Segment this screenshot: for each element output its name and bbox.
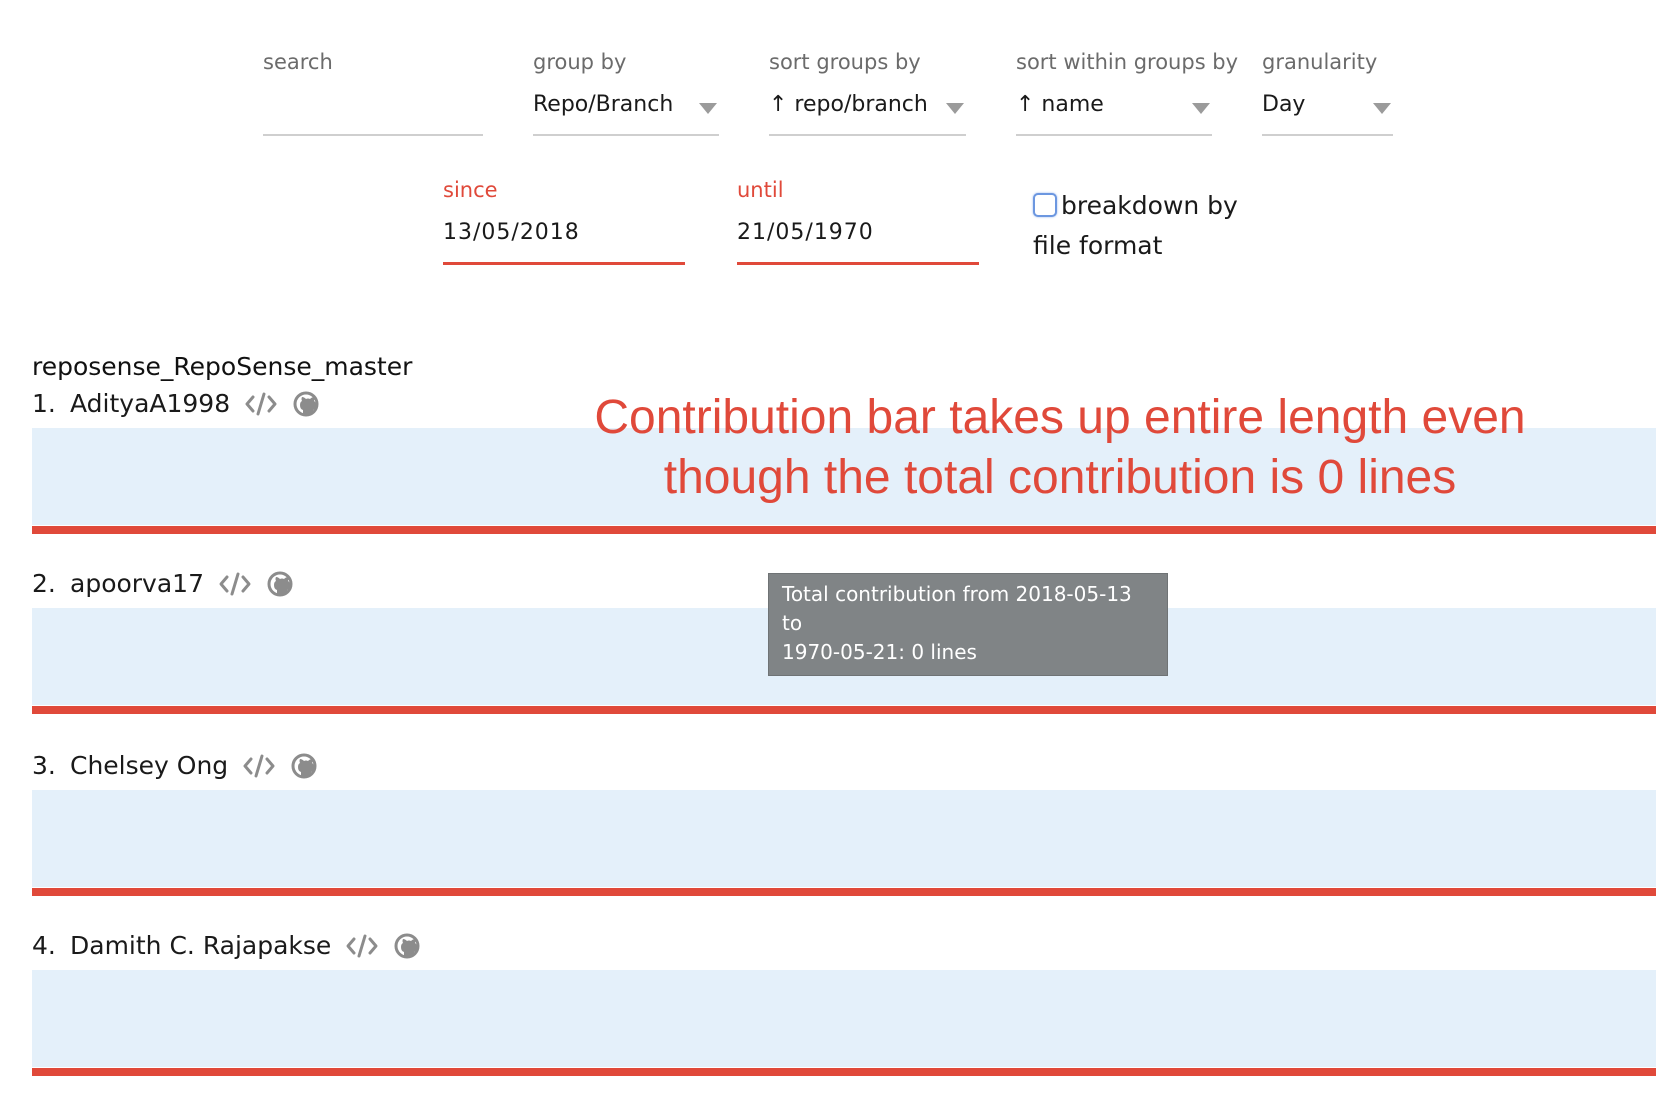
sort-groups-by-label: sort groups by <box>769 50 921 74</box>
granularity-underline <box>1262 134 1393 136</box>
search-underline <box>263 134 483 136</box>
group-by-select[interactable]: group by Repo/Branch <box>533 50 719 140</box>
until-date-input[interactable]: until 21/05/1970 <box>737 178 979 270</box>
author-name: apoorva17 <box>70 569 204 598</box>
code-icon[interactable] <box>242 753 276 779</box>
sort-within-groups-by-underline <box>1016 134 1212 136</box>
annotation-line1: Contribution bar takes up entire length … <box>594 391 1526 444</box>
tooltip-line1: Total contribution from 2018-05-13 to <box>782 582 1132 635</box>
github-icon[interactable] <box>292 390 320 418</box>
since-underline <box>443 262 685 265</box>
author-name: Chelsey Ong <box>70 751 229 780</box>
contribution-bar[interactable] <box>32 1068 1656 1076</box>
breakdown-label-line2: file format <box>1033 231 1163 260</box>
chevron-down-icon <box>1373 103 1391 114</box>
search-field: search <box>263 50 483 140</box>
until-label: until <box>737 178 784 202</box>
author-index: 3. <box>32 751 56 780</box>
breakdown-label-line1: breakdown by <box>1061 191 1238 220</box>
until-value: 21/05/1970 <box>737 220 874 245</box>
author-index: 4. <box>32 931 56 960</box>
sort-groups-by-underline <box>769 134 966 136</box>
granularity-value: Day <box>1262 92 1306 117</box>
contribution-bar-background <box>32 790 1656 887</box>
search-label: search <box>263 50 333 74</box>
author-header: 4. Damith C. Rajapakse <box>32 931 421 960</box>
chevron-down-icon <box>699 103 717 114</box>
group-by-value: Repo/Branch <box>533 92 674 117</box>
author-header: 3. Chelsey Ong <box>32 751 318 780</box>
author-name: Damith C. Rajapakse <box>70 931 332 960</box>
github-icon[interactable] <box>290 752 318 780</box>
sort-within-groups-by-label: sort within groups by <box>1016 50 1239 74</box>
author-header: 1. AdityaA1998 <box>32 389 320 418</box>
author-index: 2. <box>32 569 56 598</box>
sort-within-groups-by-value: ↑ name <box>1016 92 1104 117</box>
granularity-label: granularity <box>1262 50 1378 74</box>
contribution-tooltip: Total contribution from 2018-05-13 to 19… <box>768 573 1168 676</box>
since-date-input[interactable]: since 13/05/2018 <box>443 178 685 270</box>
author-header: 2. apoorva17 <box>32 569 294 598</box>
sort-groups-by-select[interactable]: sort groups by ↑ repo/branch <box>769 50 966 140</box>
sort-within-groups-by-select[interactable]: sort within groups by ↑ name <box>1016 50 1238 140</box>
reposense-dashboard: search group by Repo/Branch sort groups … <box>0 0 1670 1098</box>
annotation-line2: though the total contribution is 0 lines <box>663 451 1457 504</box>
contribution-bar[interactable] <box>32 706 1656 714</box>
chevron-down-icon <box>946 103 964 114</box>
author-index: 1. <box>32 389 56 418</box>
since-label: since <box>443 178 498 202</box>
annotation-text: Contribution bar takes up entire length … <box>540 388 1580 508</box>
github-icon[interactable] <box>393 932 421 960</box>
github-icon[interactable] <box>266 570 294 598</box>
group-by-label: group by <box>533 50 627 74</box>
chevron-down-icon <box>1192 103 1210 114</box>
repo-title: reposense_RepoSense_master <box>32 352 413 381</box>
code-icon[interactable] <box>218 571 252 597</box>
sort-groups-by-value: ↑ repo/branch <box>769 92 928 117</box>
until-underline <box>737 262 979 265</box>
breakdown-by-file-format: breakdown by file format <box>1033 186 1253 266</box>
contribution-bar-background <box>32 970 1656 1067</box>
code-icon[interactable] <box>345 933 379 959</box>
breakdown-checkbox[interactable] <box>1033 193 1057 217</box>
since-value: 13/05/2018 <box>443 220 580 245</box>
tooltip-line2: 1970-05-21: 0 lines <box>782 640 977 664</box>
code-icon[interactable] <box>244 391 278 417</box>
group-by-underline <box>533 134 719 136</box>
search-input[interactable] <box>263 88 483 128</box>
contribution-bar[interactable] <box>32 888 1656 896</box>
contribution-bar[interactable] <box>32 526 1656 534</box>
author-name: AdityaA1998 <box>70 389 231 418</box>
granularity-select[interactable]: granularity Day <box>1262 50 1393 140</box>
